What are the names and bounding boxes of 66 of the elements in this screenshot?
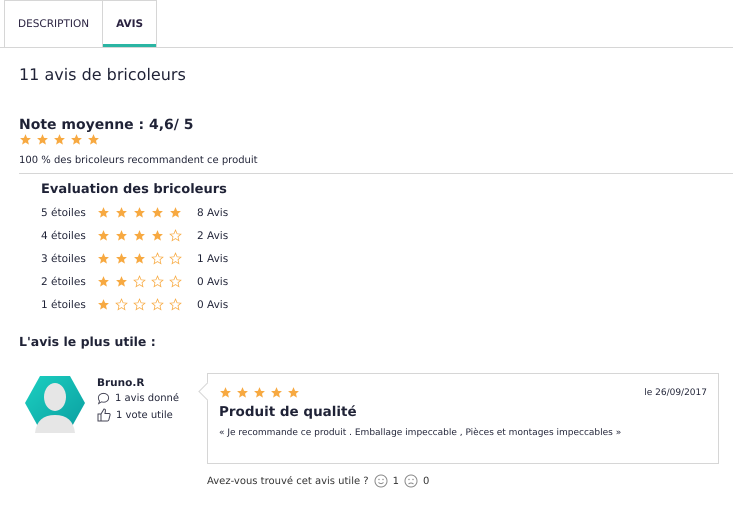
star-icon <box>70 133 83 146</box>
star-icon <box>97 298 110 311</box>
star-outline-icon <box>169 252 182 265</box>
review-text: « Je recommande ce produit . Emballage impeccable , Pièces et montages impeccables » <box>219 428 622 438</box>
star-icon <box>236 386 249 399</box>
star-icon <box>287 386 300 399</box>
star-icon <box>87 133 100 146</box>
star-level-label: 1 étoiles <box>41 298 87 310</box>
thumbs-up-icon <box>97 408 111 422</box>
star-icon <box>115 275 128 288</box>
star-level-label: 5 étoiles <box>41 206 87 218</box>
star-icon <box>253 386 266 399</box>
star-icon <box>133 206 146 219</box>
tab[interactable]: AVIS <box>102 0 158 47</box>
star-icon <box>97 206 110 219</box>
helpful-question: Avez-vous trouvé cet avis utile ? <box>207 476 369 486</box>
star-icon <box>169 206 182 219</box>
star-icon <box>270 386 283 399</box>
useful-votes: 1 vote utile <box>116 410 173 420</box>
review-count: 0 Avis <box>197 298 230 310</box>
recommend-text: 100 % des bricoleurs recommandent ce produit <box>19 155 259 166</box>
star-icon <box>36 133 49 146</box>
review-title: Produit de qualité <box>219 404 358 420</box>
page-heading: 11 avis de bricoleurs <box>19 65 187 84</box>
no-count: 0 <box>423 476 430 486</box>
star-icon <box>115 252 128 265</box>
smiley-icon[interactable] <box>374 474 388 488</box>
star-level-label: 3 étoiles <box>41 252 87 264</box>
star-outline-icon <box>133 298 146 311</box>
author-name[interactable]: Bruno.R <box>97 377 207 389</box>
star-icon <box>53 133 66 146</box>
star-icon <box>97 229 110 242</box>
sad-face-icon[interactable] <box>404 474 418 488</box>
reviews-given: 1 avis donné <box>115 393 180 404</box>
avatar <box>25 373 85 433</box>
star-icon <box>115 229 128 242</box>
star-outline-icon <box>151 252 164 265</box>
star-icon <box>115 206 128 219</box>
review-count: 8 Avis <box>197 206 230 218</box>
speech-bubble-icon <box>97 392 110 405</box>
star-icon <box>19 133 32 146</box>
review-count: 2 Avis <box>197 230 230 242</box>
average-rating-title: Note moyenne : 4,6/ 5 <box>19 117 195 133</box>
star-outline-icon <box>169 229 182 242</box>
star-icon <box>133 229 146 242</box>
review-count: 1 Avis <box>197 252 230 264</box>
star-level-label: 4 étoiles <box>41 230 87 242</box>
breakdown-title: Evaluation des bricoleurs <box>41 182 228 197</box>
tab[interactable]: DESCRIPTION <box>4 0 104 47</box>
star-outline-icon <box>169 275 182 288</box>
star-icon <box>97 275 110 288</box>
review-date: le 26/09/2017 <box>644 388 707 398</box>
review-count: 0 Avis <box>197 276 230 288</box>
star-icon <box>151 206 164 219</box>
star-outline-icon <box>151 275 164 288</box>
section-title: L'avis le plus utile : <box>19 334 157 349</box>
star-level-label: 2 étoiles <box>41 276 87 288</box>
star-icon <box>219 386 232 399</box>
star-outline-icon <box>169 298 182 311</box>
star-outline-icon <box>151 298 164 311</box>
star-icon <box>151 229 164 242</box>
star-outline-icon <box>115 298 128 311</box>
star-icon <box>133 252 146 265</box>
star-icon <box>97 252 110 265</box>
yes-count: 1 <box>392 476 399 486</box>
star-outline-icon <box>133 275 146 288</box>
